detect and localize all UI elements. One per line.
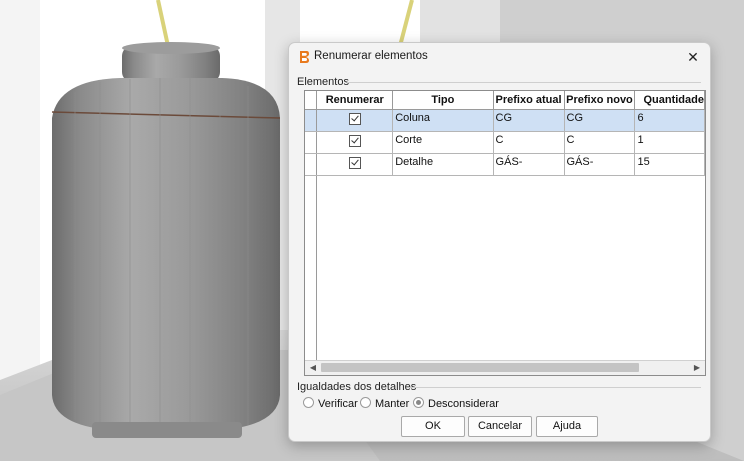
column-header-quantidade[interactable]: Quantidade bbox=[634, 91, 705, 110]
ok-button[interactable]: OK bbox=[401, 416, 465, 437]
radio-label: Verificar bbox=[318, 398, 358, 410]
radio-label: Manter bbox=[375, 398, 410, 410]
renumerar-checkbox-cell[interactable] bbox=[316, 109, 394, 132]
prefixo-atual-cell[interactable]: GÁS- bbox=[493, 153, 565, 176]
quantidade-cell[interactable]: 1 bbox=[634, 131, 705, 154]
prefixo-novo-cell[interactable]: CG bbox=[564, 109, 636, 132]
cancel-button[interactable]: Cancelar bbox=[468, 416, 532, 437]
elements-grid[interactable]: Renumerar Tipo Prefixo atual Prefixo nov… bbox=[304, 90, 706, 376]
radio-manter[interactable]: Manter bbox=[360, 397, 409, 410]
dialog-title: Renumerar elementos bbox=[314, 50, 428, 62]
renumber-dialog: Renumerar elementos ✕ Elementos Renumera… bbox=[288, 42, 711, 442]
app-logo-icon bbox=[300, 51, 309, 63]
table-row[interactable]: Corte C C 1 bbox=[305, 131, 705, 154]
horizontal-scrollbar[interactable]: ◀ ▶ bbox=[305, 360, 705, 375]
renumerar-checkbox[interactable] bbox=[348, 113, 361, 125]
tipo-cell[interactable]: Detalhe bbox=[392, 153, 494, 176]
scrollbar-thumb[interactable] bbox=[321, 363, 639, 372]
scroll-left-icon[interactable]: ◀ bbox=[307, 362, 319, 374]
row-indicator[interactable] bbox=[305, 131, 318, 154]
details-group-divider bbox=[409, 387, 701, 388]
row-indicator[interactable] bbox=[305, 153, 318, 176]
elements-group-label: Elementos bbox=[297, 76, 349, 88]
scroll-right-icon[interactable]: ▶ bbox=[691, 362, 703, 374]
radio-label: Desconsiderar bbox=[428, 398, 499, 410]
tipo-cell[interactable]: Corte bbox=[392, 131, 494, 154]
dialog-titlebar[interactable]: Renumerar elementos ✕ bbox=[289, 43, 710, 71]
quantidade-cell[interactable]: 15 bbox=[634, 153, 705, 176]
table-row[interactable]: Coluna CG CG 6 bbox=[305, 109, 705, 132]
row-indicator[interactable] bbox=[305, 109, 318, 132]
radio-desconsiderar[interactable]: Desconsiderar bbox=[413, 397, 499, 410]
help-button[interactable]: Ajuda bbox=[536, 416, 598, 437]
elements-group-divider bbox=[347, 82, 701, 83]
table-row[interactable]: Detalhe GÁS- GÁS- 15 bbox=[305, 153, 705, 176]
radio-verificar[interactable]: Verificar bbox=[303, 397, 358, 410]
table-empty-filler bbox=[305, 175, 705, 375]
quantidade-cell[interactable]: 6 bbox=[634, 109, 705, 132]
column-header-renumerar[interactable]: Renumerar bbox=[316, 91, 394, 110]
column-header-prefixo-novo[interactable]: Prefixo novo bbox=[564, 91, 636, 110]
column-header-tipo[interactable]: Tipo bbox=[392, 91, 494, 110]
details-group-label: Igualdades dos detalhes bbox=[297, 381, 417, 393]
elements-table: Renumerar Tipo Prefixo atual Prefixo nov… bbox=[305, 91, 705, 375]
empty-area bbox=[316, 175, 705, 375]
column-header-prefixo-atual[interactable]: Prefixo atual bbox=[493, 91, 565, 110]
renumerar-checkbox-cell[interactable] bbox=[316, 131, 394, 154]
radio-button-selected[interactable] bbox=[413, 397, 424, 408]
prefixo-atual-cell[interactable]: CG bbox=[493, 109, 565, 132]
radio-button[interactable] bbox=[360, 397, 371, 408]
table-header-row: Renumerar Tipo Prefixo atual Prefixo nov… bbox=[305, 91, 705, 110]
prefixo-novo-cell[interactable]: C bbox=[564, 131, 636, 154]
prefixo-novo-cell[interactable]: GÁS- bbox=[564, 153, 636, 176]
radio-button[interactable] bbox=[303, 397, 314, 408]
renumerar-checkbox-cell[interactable] bbox=[316, 153, 394, 176]
close-icon[interactable]: ✕ bbox=[682, 47, 704, 67]
tipo-cell[interactable]: Coluna bbox=[392, 109, 494, 132]
renumerar-checkbox[interactable] bbox=[348, 157, 361, 169]
row-indicator-header bbox=[305, 91, 318, 110]
renumerar-checkbox[interactable] bbox=[348, 135, 361, 147]
row-indicator-filler bbox=[305, 175, 318, 375]
prefixo-atual-cell[interactable]: C bbox=[493, 131, 565, 154]
